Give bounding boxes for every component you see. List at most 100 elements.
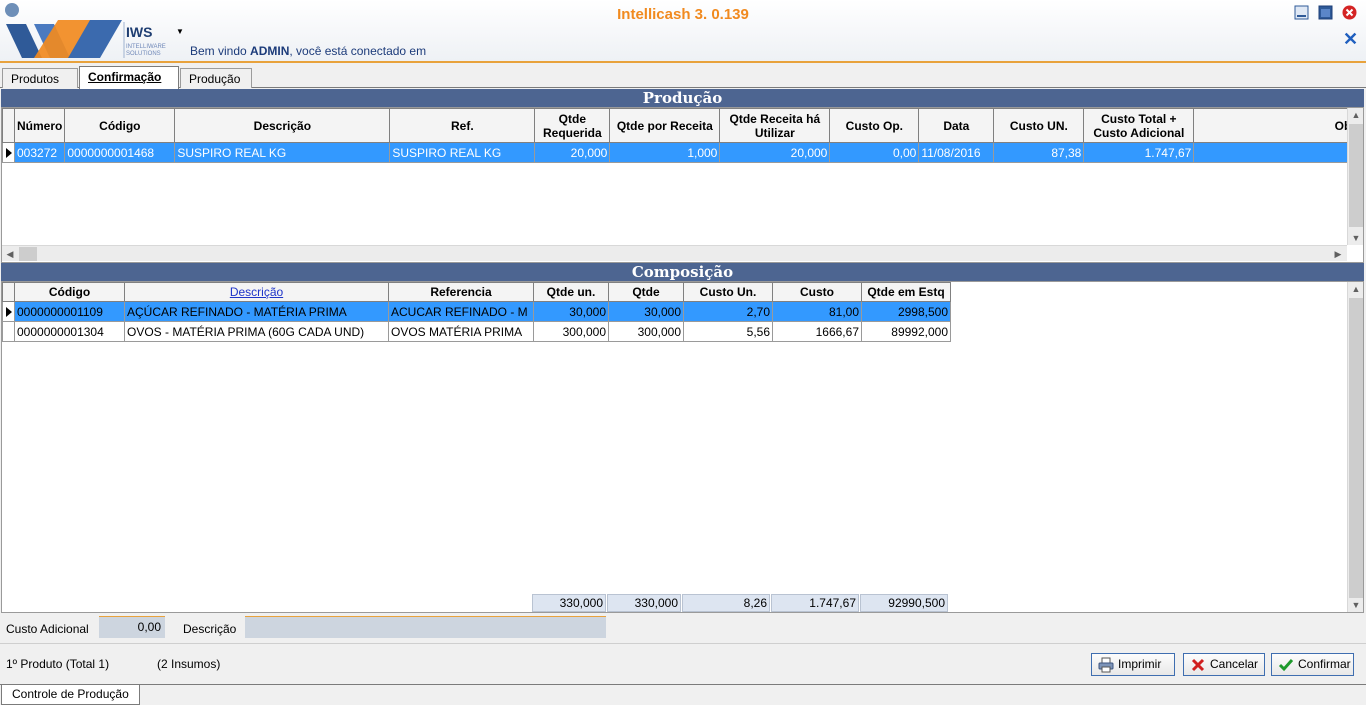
confirmar-button[interactable]: Confirmar — [1271, 653, 1354, 676]
cell-qtde-requerida[interactable]: 20,000 — [534, 142, 611, 163]
check-icon — [1278, 657, 1294, 673]
col-referencia[interactable]: Referencia — [388, 282, 534, 302]
col-custo-un[interactable]: Custo Un. — [683, 282, 773, 302]
col-descricao[interactable]: Descrição — [174, 108, 391, 143]
tab-produtos[interactable]: Produtos — [2, 68, 78, 88]
cell-numero[interactable]: 003272 — [13, 142, 66, 163]
tab-confirmacao[interactable]: Confirmação — [79, 66, 179, 89]
cell-qtde-em-estq[interactable]: 89992,000 — [861, 321, 951, 342]
total-custo-un: 8,26 — [682, 594, 770, 612]
cell-descricao[interactable]: AÇÚCAR REFINADO - MATÉRIA PRIMA — [124, 301, 389, 322]
close-form-icon[interactable]: ✕ — [1343, 30, 1358, 48]
col-qtde-receita-utilizar[interactable]: Qtde Receita há Utilizar — [719, 108, 831, 143]
col-ref[interactable]: Ref. — [389, 108, 536, 143]
tab-controle-producao[interactable]: Controle de Produção — [1, 685, 140, 705]
cancelar-button[interactable]: Cancelar — [1183, 653, 1265, 676]
col-custo[interactable]: Custo — [772, 282, 862, 302]
custo-adicional-field[interactable]: 0,00 — [99, 616, 165, 638]
cell-qtde-em-estq[interactable]: 2998,500 — [861, 301, 951, 322]
row-indicator — [2, 321, 15, 342]
cell-data[interactable]: 11/08/2016 — [918, 142, 995, 163]
table-row[interactable]: 0000000001304 OVOS - MATÉRIA PRIMA (60G … — [2, 321, 951, 342]
scroll-thumb[interactable] — [1349, 124, 1363, 227]
indicator-header — [2, 108, 15, 143]
cell-codigo[interactable]: 0000000001109 — [14, 301, 125, 322]
logo-dropdown-icon[interactable]: ▼ — [176, 27, 184, 36]
row-indicator-icon — [2, 142, 15, 163]
cell-custo-un[interactable]: 2,70 — [683, 301, 773, 322]
divider — [0, 643, 1366, 644]
composicao-vertical-scrollbar[interactable]: ▲ ▼ — [1347, 282, 1363, 612]
scroll-up-icon[interactable]: ▲ — [1348, 108, 1364, 122]
col-codigo[interactable]: Código — [14, 282, 125, 302]
cell-custo[interactable]: 1666,67 — [772, 321, 862, 342]
printer-icon — [1098, 657, 1114, 673]
welcome-user: ADMIN — [250, 44, 290, 58]
col-qtde-por-receita[interactable]: Qtde por Receita — [609, 108, 721, 143]
imprimir-button[interactable]: Imprimir — [1091, 653, 1175, 676]
app-header: IWS INTELLIWARE SOLUTIONS ▼ Bem vindo AD… — [0, 0, 1366, 63]
producao-horizontal-scrollbar[interactable]: ◀ ▶ — [2, 245, 1347, 261]
table-row[interactable]: 003272 0000000001468 SUSPIRO REAL KG SUS… — [2, 142, 1355, 163]
composicao-grid[interactable]: Código Descrição Referencia Qtde un. Qtd… — [1, 281, 1364, 613]
producao-section-title: Produção — [1, 89, 1364, 107]
col-qtde[interactable]: Qtde — [608, 282, 684, 302]
scroll-thumb[interactable] — [1349, 298, 1363, 598]
cell-qtde-un[interactable]: 30,000 — [533, 301, 609, 322]
cell-custo[interactable]: 81,00 — [772, 301, 862, 322]
cell-referencia[interactable]: ACUCAR REFINADO - M — [388, 301, 534, 322]
col-data[interactable]: Data — [918, 108, 995, 143]
col-descricao[interactable]: Descrição — [124, 282, 389, 302]
composicao-section-title: Composição — [1, 263, 1364, 281]
col-custo-un[interactable]: Custo UN. — [993, 108, 1085, 143]
cell-qtde-receita-utilizar[interactable]: 20,000 — [719, 142, 831, 163]
scroll-down-icon[interactable]: ▼ — [1348, 231, 1364, 245]
cell-custo-un[interactable]: 87,38 — [993, 142, 1085, 163]
col-custo-total[interactable]: Custo Total + Custo Adicional — [1083, 108, 1195, 143]
col-qtde-em-estq[interactable]: Qtde em Estq — [861, 282, 951, 302]
scroll-up-icon[interactable]: ▲ — [1348, 282, 1364, 296]
close-icon[interactable] — [1342, 5, 1357, 20]
cell-qtde-un[interactable]: 300,000 — [533, 321, 609, 342]
app-title: Intellicash 3. 0.139 — [617, 6, 749, 23]
minimize-icon[interactable] — [1294, 5, 1309, 20]
cell-descricao[interactable]: OVOS - MATÉRIA PRIMA (60G CADA UND) — [124, 321, 389, 342]
col-obs[interactable]: Ob — [1193, 108, 1355, 143]
col-numero[interactable]: Número — [13, 108, 66, 143]
cell-qtde[interactable]: 30,000 — [608, 301, 684, 322]
total-custo: 1.747,67 — [771, 594, 859, 612]
cell-codigo[interactable]: 0000000001304 — [14, 321, 125, 342]
tab-bar: Produtos Confirmação Produção — [0, 64, 1366, 89]
producao-grid[interactable]: Número Código Descrição Ref. Qtde Requer… — [1, 107, 1364, 263]
status-bar: Controle de Produção — [0, 684, 1366, 705]
descricao-field[interactable] — [245, 616, 606, 638]
cell-descricao[interactable]: SUSPIRO REAL KG — [174, 142, 391, 163]
maximize-icon[interactable] — [1318, 5, 1333, 20]
scroll-right-icon[interactable]: ▶ — [1330, 247, 1346, 261]
cell-custo-op[interactable]: 0,00 — [829, 142, 920, 163]
col-qtde-requerida[interactable]: Qtde Requerida — [534, 108, 611, 143]
cell-custo-un[interactable]: 5,56 — [683, 321, 773, 342]
producao-vertical-scrollbar[interactable]: ▲ ▼ — [1347, 108, 1363, 245]
cell-ref[interactable]: SUSPIRO REAL KG — [389, 142, 536, 163]
scroll-thumb[interactable] — [19, 247, 37, 261]
col-custo-op[interactable]: Custo Op. — [829, 108, 920, 143]
scroll-down-icon[interactable]: ▼ — [1348, 598, 1364, 612]
col-qtde-un[interactable]: Qtde un. — [533, 282, 609, 302]
confirmar-label: Confirmar — [1298, 657, 1351, 671]
cancelar-label: Cancelar — [1210, 657, 1259, 671]
cell-referencia[interactable]: OVOS MATÉRIA PRIMA — [388, 321, 534, 342]
scroll-left-icon[interactable]: ◀ — [2, 247, 18, 261]
cell-obs[interactable] — [1193, 142, 1355, 163]
cell-qtde[interactable]: 300,000 — [608, 321, 684, 342]
cell-custo-total[interactable]: 1.747,67 — [1083, 142, 1195, 163]
tab-producao[interactable]: Produção — [180, 68, 252, 88]
table-row[interactable]: 0000000001109 AÇÚCAR REFINADO - MATÉRIA … — [2, 301, 951, 322]
insumos-summary: (2 Insumos) — [157, 657, 221, 671]
cell-codigo[interactable]: 0000000001468 — [64, 142, 176, 163]
cell-qtde-por-receita[interactable]: 1,000 — [609, 142, 721, 163]
welcome-suffix: , você está conectado em — [289, 44, 427, 58]
col-codigo[interactable]: Código — [64, 108, 176, 143]
descricao-label: Descrição — [183, 622, 237, 636]
welcome-prefix: Bem vindo — [190, 44, 251, 58]
